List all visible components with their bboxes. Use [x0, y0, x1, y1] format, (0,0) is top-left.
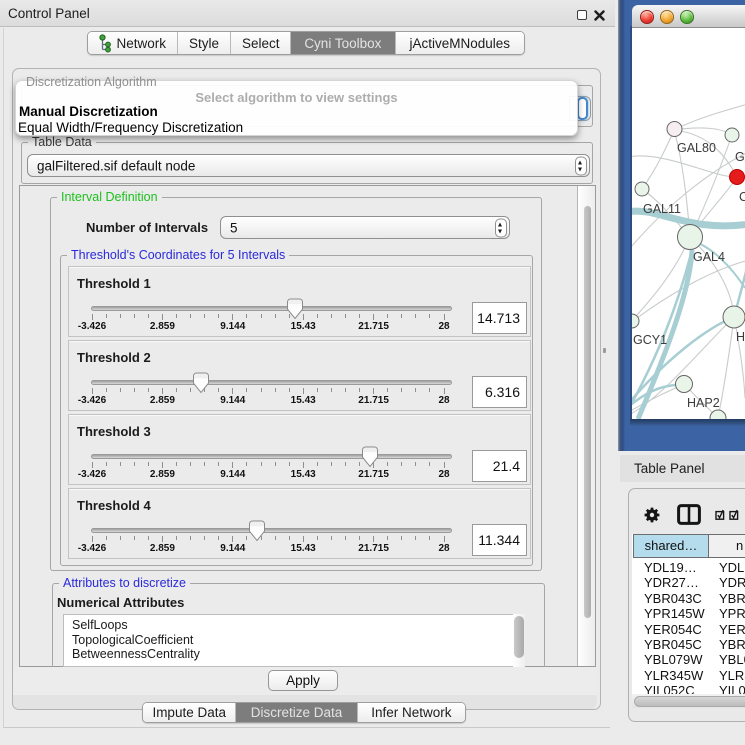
- svg-text:C: C: [739, 190, 745, 204]
- svg-text:GAL4: GAL4: [693, 250, 725, 264]
- svg-text:H: H: [736, 330, 745, 344]
- svg-text:HAP2: HAP2: [687, 396, 720, 410]
- svg-text:GAL80: GAL80: [677, 141, 716, 155]
- svg-text:GCY1: GCY1: [633, 333, 667, 347]
- svg-text:GA: GA: [735, 150, 745, 164]
- svg-text:GAL11: GAL11: [643, 202, 681, 216]
